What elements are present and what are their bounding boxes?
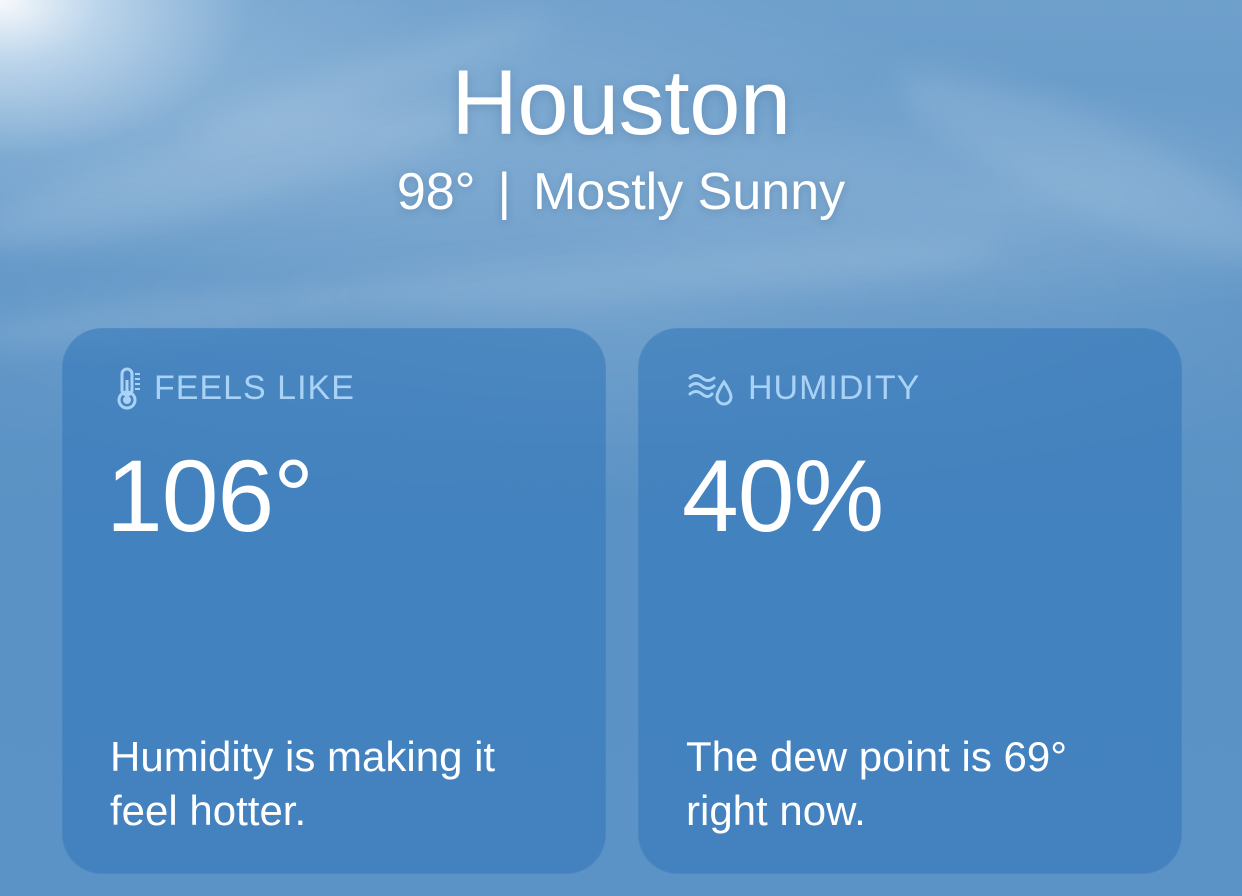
humidity-value: 40% [682,439,884,553]
separator: | [497,163,511,221]
condition-text: Mostly Sunny [533,163,846,221]
humidity-icon [686,366,736,410]
feels-like-label: FEELS LIKE [154,368,355,407]
feels-like-header: FEELS LIKE [110,366,355,410]
city-name: Houston [451,52,791,154]
current-conditions: 98° | Mostly Sunny [0,160,1242,224]
feels-like-card[interactable]: FEELS LIKE 106° Humidity is making it fe… [62,328,606,874]
thermometer-icon [110,366,146,410]
humidity-header: HUMIDITY [686,366,920,410]
feels-like-value: 106° [106,439,314,553]
location-header: Houston 98° | Mostly Sunny [0,48,1242,224]
humidity-card[interactable]: HUMIDITY 40% The dew point is 69° right … [638,328,1182,874]
humidity-description: The dew point is 69° right now. [686,733,1068,834]
current-temperature: 98° [396,163,476,221]
humidity-label: HUMIDITY [748,368,921,407]
cloud-streak [299,225,1001,325]
feels-like-description: Humidity is making it feel hotter. [110,733,496,834]
